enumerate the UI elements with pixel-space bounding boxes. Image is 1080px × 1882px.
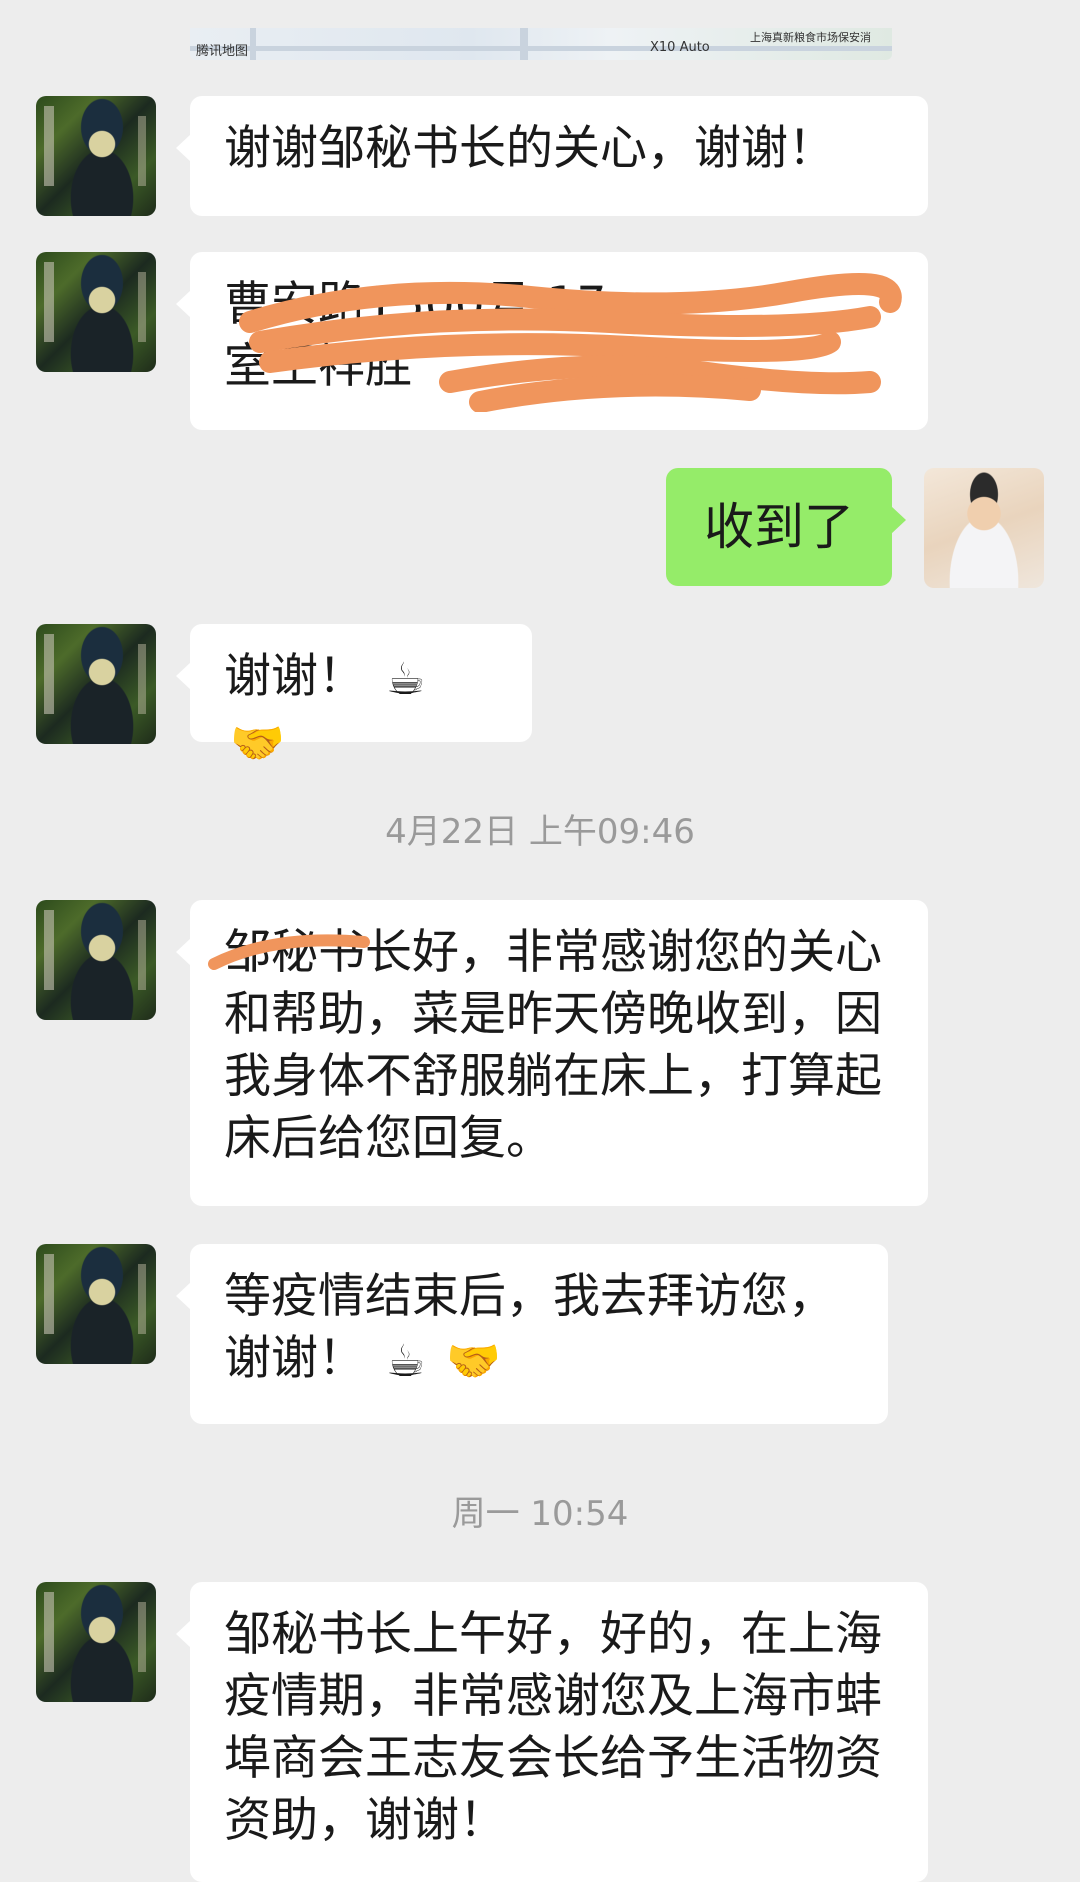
chat-timestamp: 4月22日 上午09:46 [385,812,695,852]
coffee-emoji-icon: ☕ [385,653,426,705]
contact-avatar[interactable] [36,1244,156,1364]
message-bubble[interactable]: 邹秘书长好，非常感谢您的关心和帮助，菜是昨天傍晚收到，因我身体不舒服躺在床上，打… [176,900,928,1206]
location-map-preview[interactable]: 腾讯地图 X10 Auto 上海真新粮食市场保安消 [190,28,892,60]
message-text: 谢谢！ [224,1331,365,1386]
coffee-emoji-icon: ☕ [385,1335,426,1387]
message-bubble[interactable]: 邹秘书长上午好，好的，在上海疫情期，非常感谢您及上海市蚌埠商会王志友会长给予生活… [176,1582,928,1882]
sent-message-bubble[interactable]: 收到了 [666,468,906,586]
message-text: 谢谢！ [224,649,365,704]
message-text: 谢谢邹秘书长的关心，谢谢！ [224,121,835,176]
contact-avatar[interactable] [36,900,156,1020]
contact-avatar[interactable] [36,1582,156,1702]
contact-avatar[interactable] [36,96,156,216]
message-text: 邹秘书长上午好，好的，在上海疫情期，非常感谢您及上海市蚌埠商会王志友会长给予生活… [224,1607,882,1848]
message-bubble[interactable]: 曹安路1500号 17 室王祥胜 [176,252,928,430]
handshake-emoji-icon: 🤝 [230,718,285,769]
message-bubble[interactable]: 等疫情结束后，我去拜访您， 谢谢！ ☕ 🤝 [176,1244,888,1424]
chat-timestamp: 周一 10:54 [451,1494,629,1534]
map-road [520,28,528,60]
map-road [250,28,256,60]
contact-avatar[interactable] [36,624,156,744]
message-bubble[interactable]: 谢谢邹秘书长的关心，谢谢！ [176,96,928,216]
message-text: 等疫情结束后，我去拜访您， [224,1269,835,1324]
message-bubble[interactable]: 谢谢！ ☕ 🤝 [176,624,532,769]
message-text: 曹安路1500号 17 [224,277,607,332]
message-text: 室王祥胜 [224,339,412,394]
message-text: 收到了 [704,498,854,556]
contact-avatar[interactable] [36,252,156,372]
map-provider-label: 腾讯地图 [196,44,249,59]
map-place-label: X10 Auto [650,40,710,55]
map-place-label: 上海真新粮食市场保安消 [750,31,871,44]
map-road [190,46,892,51]
self-avatar[interactable] [924,468,1044,588]
handshake-emoji-icon: 🤝 [446,1335,502,1387]
message-text: 邹秘书长好，非常感谢您的关心和帮助，菜是昨天傍晚收到，因我身体不舒服躺在床上，打… [224,925,882,1166]
